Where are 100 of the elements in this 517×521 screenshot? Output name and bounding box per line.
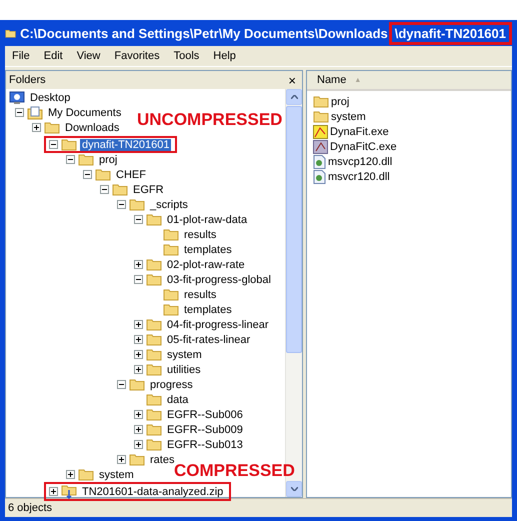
folder-icon [112,183,128,196]
close-button[interactable]: × [288,72,296,88]
file-name[interactable]: DynaFit.exe [330,126,389,138]
tree-item[interactable]: 02-plot-raw-rate [134,258,247,271]
folder-icon [146,333,162,346]
folder-icon [146,408,162,421]
tree-item[interactable]: EGFR--Sub009 [134,423,245,436]
expand-toggle[interactable] [134,440,143,449]
folder-icon [146,438,162,451]
expand-toggle[interactable] [134,410,143,419]
folder-icon [146,393,162,406]
file-icon [313,154,326,168]
tree-item[interactable]: templates [151,243,234,256]
folder-icon [146,213,162,226]
tree-item[interactable]: results [151,228,218,241]
folder-icon [313,110,329,123]
collapse-toggle[interactable] [117,200,126,209]
scroll-up-button[interactable] [286,89,302,105]
tree-item[interactable]: EGFR--Sub006 [134,408,245,421]
collapse-toggle[interactable] [15,108,24,117]
folder-icon [129,453,145,466]
highlighted-title-part: \dynafit-TN201601 [388,22,512,44]
tree-item[interactable]: CHEF [83,168,148,181]
tree-item[interactable]: utilities [134,363,203,376]
expand-toggle[interactable] [32,123,41,132]
zip-folder-icon [61,484,77,499]
expand-toggle[interactable] [134,335,143,344]
folder-icon [146,423,162,436]
folder-icon [129,378,145,391]
collapse-toggle[interactable] [117,380,126,389]
tree-item[interactable]: proj [66,153,120,166]
folder-icon [146,318,162,331]
scroll-down-button[interactable] [286,481,302,497]
tree-item[interactable]: EGFR [100,183,166,196]
folder-icon [146,348,162,361]
highlighted-tree-item[interactable]: TN201601-data-analyzed.zip [46,484,230,499]
menu-item[interactable]: Help [208,48,241,64]
menu-item[interactable]: File [7,48,35,64]
folder-icon [313,95,329,108]
folder-icon [44,121,60,134]
collapse-toggle[interactable] [49,140,58,149]
tree-item[interactable]: _scripts [117,198,190,211]
tree-item[interactable]: Desktop [9,90,72,104]
collapse-toggle[interactable] [100,185,109,194]
folder-icon [163,228,179,241]
tree-item[interactable]: 04-fit-progress-linear [134,318,270,331]
file-name[interactable]: DynaFitC.exe [330,140,397,152]
tree-item[interactable]: EGFR--Sub013 [134,438,245,451]
annotation-label: COMPRESSED [174,461,295,481]
folder-icon [61,138,77,151]
folder-icon [129,198,145,211]
column-title: Name [317,74,346,86]
expand-toggle[interactable] [134,260,143,269]
expand-toggle[interactable] [66,470,75,479]
folder-icon [95,168,111,181]
chart-icon [313,124,328,138]
expand-toggle[interactable] [49,487,58,496]
tree-item[interactable]: results [151,288,218,301]
scroll-thumb[interactable] [286,106,302,353]
menu-item[interactable]: Favorites [109,48,165,64]
file-name[interactable]: msvcr120.dll [328,170,390,182]
menu-item[interactable]: View [72,48,106,64]
collapse-toggle[interactable] [83,170,92,179]
tree-item[interactable]: system [134,348,204,361]
tree-item[interactable]: 03-fit-progress-global [134,273,273,286]
file-icon [313,170,326,184]
menu-item[interactable]: Edit [38,48,68,64]
folder-icon [163,303,179,316]
pane-title: Folders [9,74,46,86]
file-name[interactable]: proj [331,96,350,108]
menu-item[interactable]: Tools [168,48,204,64]
expand-toggle[interactable] [134,320,143,329]
tree-item[interactable]: data [134,393,190,406]
tree-item[interactable]: Downloads [32,121,122,134]
folder-icon [78,468,94,481]
tree-item[interactable]: rates [117,453,176,466]
folder-icon [163,243,179,256]
tree-item[interactable]: 01-plot-raw-data [134,213,250,226]
expand-toggle[interactable] [134,365,143,374]
expand-toggle[interactable] [134,425,143,434]
annotation-label: UNCOMPRESSED [137,110,282,130]
status-text: 6 objects [8,502,52,514]
collapse-toggle[interactable] [134,215,143,224]
window-title: C:\Documents and Settings\Petr\My Documents\Downloads [20,26,388,40]
expand-toggle[interactable] [134,350,143,359]
expand-toggle[interactable] [117,455,126,464]
tree-item[interactable]: system [66,468,136,481]
app-icon [313,140,328,154]
desktop-icon [9,90,25,104]
collapse-toggle[interactable] [134,275,143,284]
tree-item[interactable]: 05-fit-rates-linear [134,333,252,346]
folder-icon [78,153,94,166]
tree-item[interactable]: templates [151,303,234,316]
file-name[interactable]: system [331,110,366,122]
file-name[interactable]: msvcp120.dll [328,156,392,168]
documents-icon [27,106,43,120]
tree-item[interactable]: progress [117,378,195,391]
tree-item[interactable]: My Documents [15,106,124,120]
folder-icon [163,288,179,301]
collapse-toggle[interactable] [66,155,75,164]
